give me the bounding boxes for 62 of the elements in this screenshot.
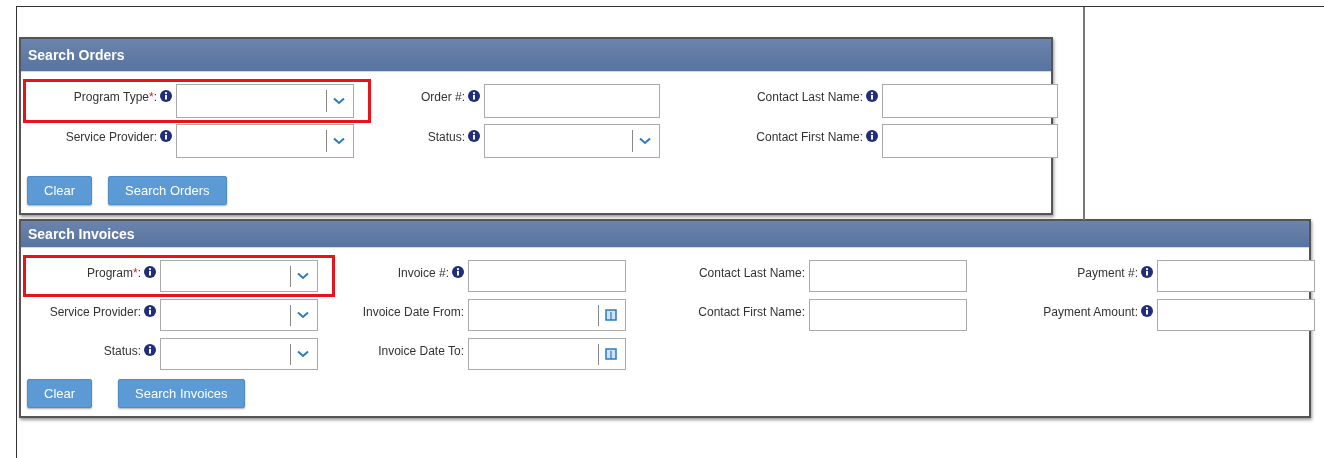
input-field[interactable] xyxy=(809,260,967,292)
panel-title: Search Invoices xyxy=(28,226,135,242)
dropdown-field[interactable] xyxy=(160,338,318,370)
search-button[interactable]: Search Invoices xyxy=(118,379,245,408)
field-label: Program xyxy=(86,266,133,280)
required-mark: * xyxy=(149,90,154,104)
input-field[interactable] xyxy=(882,124,1058,158)
search-button[interactable]: Search Orders xyxy=(108,176,227,205)
field-label: Contact Last Name: xyxy=(698,266,805,280)
field-label: Payment #: xyxy=(1077,266,1138,280)
clear-button[interactable]: Clear xyxy=(27,379,93,408)
dropdown-field[interactable] xyxy=(160,299,318,331)
date-field[interactable] xyxy=(468,338,626,370)
chevron-down-icon[interactable] xyxy=(297,272,309,280)
field-label: Service Provider: xyxy=(49,305,141,319)
info-icon xyxy=(468,90,480,102)
info-icon xyxy=(144,266,156,278)
field-label: Invoice Date From: xyxy=(362,305,464,319)
chevron-down-icon[interactable] xyxy=(297,311,309,319)
dropdown-field[interactable] xyxy=(484,124,660,158)
field-label: Order #: xyxy=(421,90,465,104)
dropdown-field[interactable] xyxy=(160,260,318,292)
dropdown-field[interactable] xyxy=(176,84,354,118)
chevron-down-icon[interactable] xyxy=(333,137,345,145)
info-icon xyxy=(160,90,172,102)
input-field[interactable] xyxy=(1157,260,1315,292)
field-label: Payment Amount: xyxy=(1043,305,1138,319)
info-icon xyxy=(144,344,156,356)
chevron-down-icon[interactable] xyxy=(297,350,309,358)
info-icon xyxy=(144,305,156,317)
input-field[interactable] xyxy=(882,84,1058,118)
chevron-down-icon[interactable] xyxy=(639,137,651,145)
info-icon xyxy=(1141,305,1153,317)
field-label: Contact First Name: xyxy=(698,305,805,319)
clear-button[interactable]: Clear xyxy=(27,176,93,205)
field-label: Contact Last Name: xyxy=(756,90,863,104)
required-mark: * xyxy=(133,266,138,280)
dropdown-field[interactable] xyxy=(176,124,354,158)
info-icon xyxy=(160,130,172,142)
info-icon xyxy=(468,130,480,142)
label-colon: : xyxy=(137,266,141,280)
info-icon xyxy=(866,130,878,142)
field-label: Contact First Name: xyxy=(756,130,863,144)
info-icon xyxy=(866,90,878,102)
field-label: Service Provider: xyxy=(65,130,157,144)
input-field[interactable] xyxy=(809,299,967,331)
field-label: Invoice #: xyxy=(397,266,449,280)
input-field[interactable] xyxy=(484,84,660,118)
calendar-icon[interactable] xyxy=(605,309,617,321)
info-icon xyxy=(1141,266,1153,278)
date-field[interactable] xyxy=(468,299,626,331)
field-label: Status: xyxy=(427,130,465,144)
field-label: Invoice Date To: xyxy=(378,344,464,358)
calendar-icon[interactable] xyxy=(605,348,617,360)
chevron-down-icon[interactable] xyxy=(333,97,345,105)
info-icon xyxy=(452,266,464,278)
input-field[interactable] xyxy=(1157,299,1315,331)
input-field[interactable] xyxy=(468,260,626,292)
field-label: Status: xyxy=(103,344,141,358)
field-label: Program Type xyxy=(73,90,149,104)
label-colon: : xyxy=(153,90,157,104)
panel-title: Search Orders xyxy=(28,47,125,63)
